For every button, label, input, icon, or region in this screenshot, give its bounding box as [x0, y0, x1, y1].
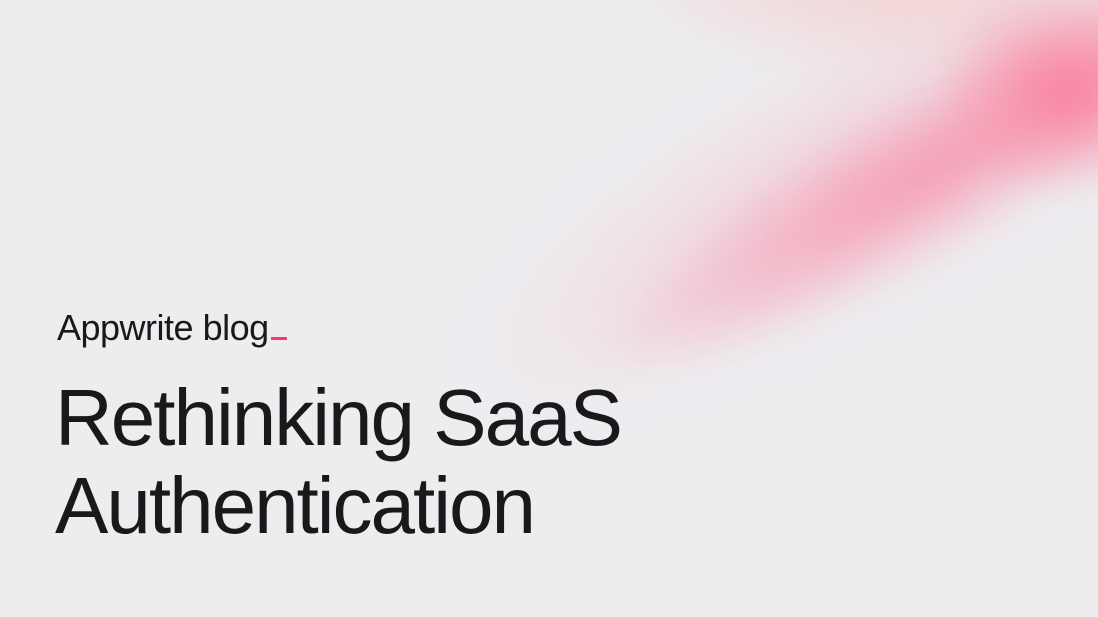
- background-glow-top: [640, 0, 1098, 70]
- blog-cover: Appwrite blog Rethinking SaaS Authentica…: [0, 0, 1098, 617]
- post-title-line-1: Rethinking SaaS: [55, 373, 623, 462]
- blog-brand-label: Appwrite blog: [57, 307, 269, 348]
- post-title: Rethinking SaaS Authentication: [55, 373, 623, 550]
- blog-brand: Appwrite blog: [57, 306, 287, 350]
- cursor-underscore-icon: [270, 337, 287, 340]
- background-glow-band: [573, 0, 1098, 420]
- background-glow-hotspot: [940, 0, 1098, 190]
- post-title-line-2: Authentication: [55, 461, 536, 550]
